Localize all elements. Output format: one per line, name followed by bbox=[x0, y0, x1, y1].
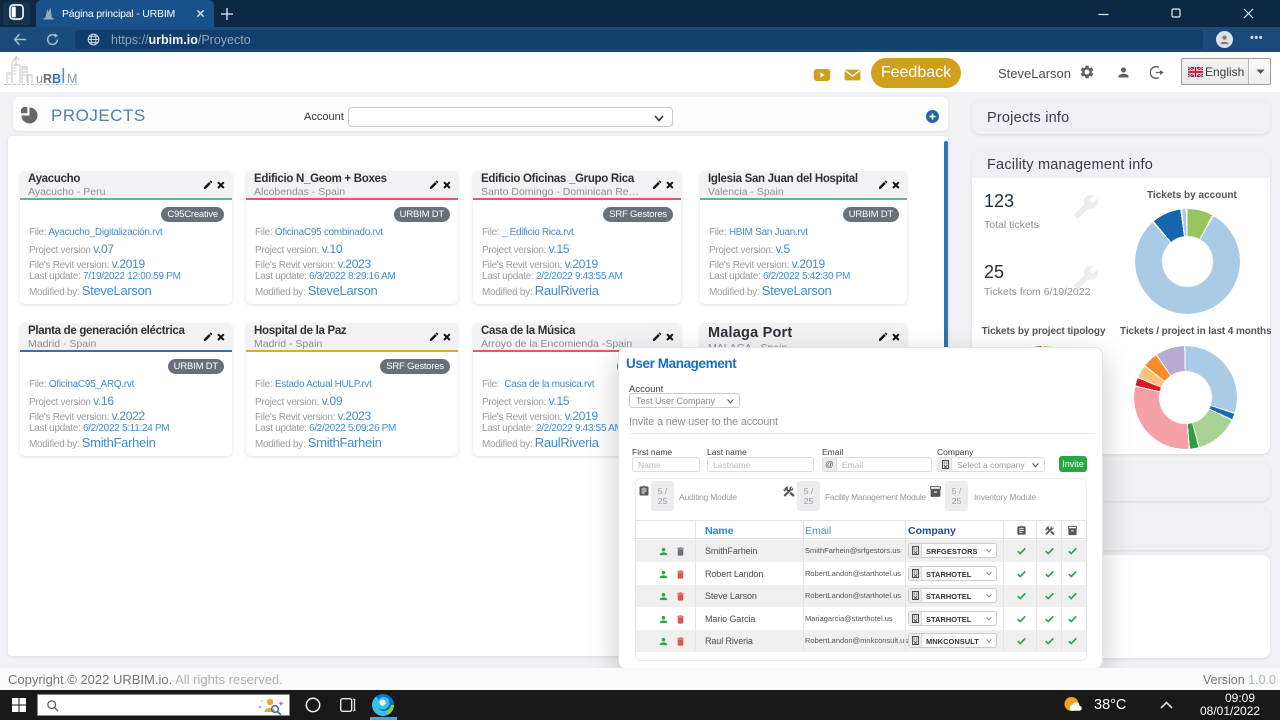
svg-text:B: B bbox=[52, 72, 61, 86]
svg-text:M: M bbox=[67, 72, 77, 86]
svg-text:u: u bbox=[36, 72, 43, 86]
svg-text:R: R bbox=[43, 72, 52, 86]
